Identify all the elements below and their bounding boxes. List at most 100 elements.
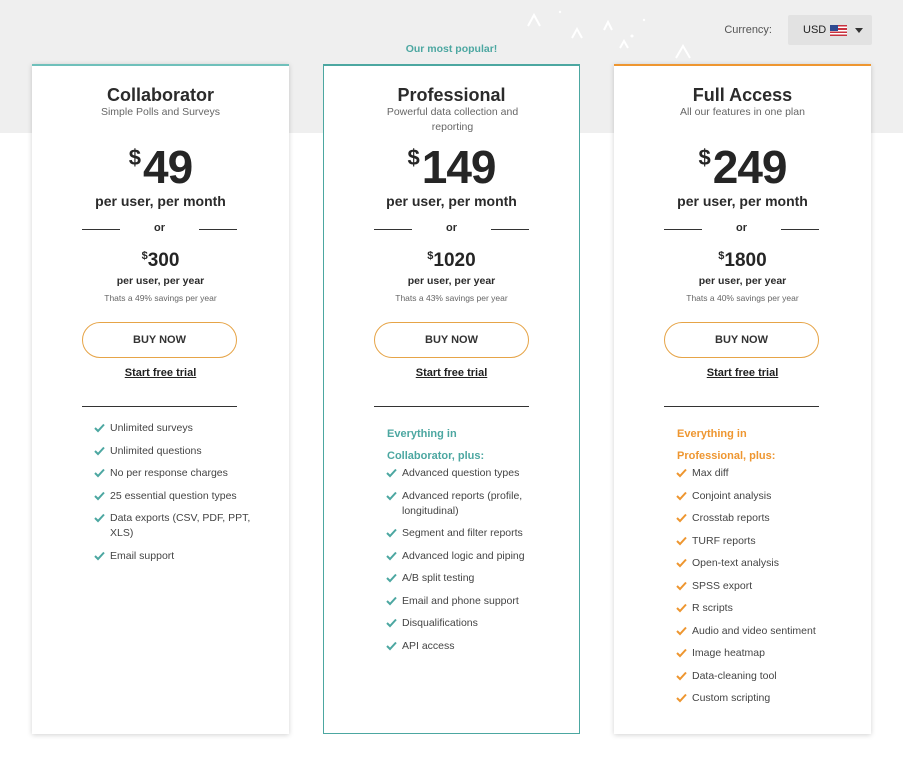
check-icon [676, 693, 687, 703]
check-icon [676, 671, 687, 680]
feature-intro: Everything in Professional, plus: [677, 428, 776, 462]
feature-item: A/B split testing [386, 571, 546, 586]
or-divider: or [374, 222, 529, 236]
check-icon [386, 618, 397, 628]
yearly-price-amount: 300 [147, 250, 180, 271]
feature-text: R scripts [692, 602, 733, 614]
monthly-price-amount: 249 [712, 141, 788, 193]
feature-item: SPSS export [676, 579, 836, 594]
start-free-trial-link[interactable]: Start free trial [32, 367, 289, 379]
currency-dropdown[interactable]: USD [788, 15, 872, 45]
start-free-trial-link[interactable]: Start free trial [614, 367, 871, 379]
plan-card-collaborator: Collaborator Simple Polls and Surveys $4… [32, 64, 289, 734]
feature-item: Advanced logic and piping [386, 549, 546, 564]
feature-text: Unlimited surveys [110, 422, 193, 434]
check-icon [94, 551, 105, 560]
feature-text: Audio and video sentiment [692, 624, 816, 637]
check-icon [386, 641, 397, 650]
monthly-unit: per user, per month [677, 193, 808, 209]
yearly-price: $300 [32, 250, 289, 272]
buy-now-button[interactable]: BUY NOW [374, 322, 529, 358]
feature-item: Data-cleaning tool [676, 669, 836, 684]
feature-item: Max diff [676, 466, 836, 481]
plan-tagline: Simple Polls and Surveys [100, 106, 221, 118]
plan-name: Collaborator [106, 85, 214, 105]
feature-divider [664, 406, 819, 407]
start-free-trial-link[interactable]: Start free trial [324, 367, 579, 379]
yearly-unit: per user, per year [698, 275, 787, 287]
or-divider: or [664, 222, 819, 236]
feature-text: 25 essential question types [110, 489, 237, 502]
yearly-unit: per user, per year [116, 275, 205, 287]
feature-item: Image heatmap [676, 646, 836, 661]
feature-text: Image heatmap [692, 647, 765, 659]
feature-item: No per response charges [94, 466, 254, 481]
feature-item: Custom scripting [676, 691, 836, 706]
feature-item: TURF reports [676, 534, 836, 549]
monthly-unit: per user, per month [386, 193, 517, 209]
buy-now-button[interactable]: BUY NOW [664, 322, 819, 358]
yearly-price-amount: 1800 [724, 250, 767, 271]
feature-item: Unlimited questions [94, 444, 254, 459]
currency-selector: Currency: USD [724, 15, 872, 45]
check-icon [386, 491, 397, 500]
or-text: or [154, 222, 165, 234]
feature-text: Max diff [692, 467, 729, 479]
feature-text: API access [402, 639, 455, 652]
feature-item: Advanced reports (profile, longitudinal) [386, 489, 546, 519]
currency-value: USD [803, 24, 827, 36]
check-icon [94, 423, 105, 433]
feature-item: Disqualifications [386, 616, 546, 631]
feature-item: Advanced question types [386, 466, 546, 481]
plan-card-full-access: Full Access All our features in one plan… [614, 64, 871, 734]
feature-text: TURF reports [692, 534, 756, 547]
monthly-price-amount: 149 [421, 141, 497, 193]
feature-item: API access [386, 639, 546, 654]
feature-text: Disqualifications [402, 617, 478, 629]
check-icon [386, 573, 397, 583]
monthly-price: $149 [324, 144, 579, 190]
feature-intro: Everything in Collaborator, plus: [387, 428, 485, 462]
feature-item: Segment and filter reports [386, 526, 546, 541]
check-icon [676, 626, 687, 635]
divider-line [491, 229, 529, 230]
savings-note: Thats a 43% savings per year [395, 293, 508, 303]
check-icon [676, 536, 687, 545]
check-icon [676, 491, 687, 500]
feature-item: Data exports (CSV, PDF, PPT, XLS) [94, 511, 254, 541]
currency-symbol: $ [128, 145, 142, 170]
check-icon [386, 528, 397, 538]
yearly-unit: per user, per year [407, 275, 496, 287]
currency-label: Currency: [724, 24, 772, 36]
check-icon [94, 491, 105, 500]
buy-now-button[interactable]: BUY NOW [82, 322, 237, 358]
check-icon [386, 468, 397, 478]
plan-tagline: All our features in one plan [680, 106, 805, 118]
or-divider: or [82, 222, 237, 236]
decorative-triangles-icon [527, 10, 691, 59]
monthly-price: $49 [32, 144, 289, 190]
check-icon [676, 468, 687, 478]
divider-line [781, 229, 819, 230]
check-icon [94, 446, 105, 455]
plan-name: Full Access [692, 85, 793, 105]
feature-item: Email support [94, 549, 254, 564]
yearly-price: $1800 [614, 250, 871, 272]
chevron-down-icon [855, 27, 864, 33]
feature-item: 25 essential question types [94, 489, 254, 504]
feature-text: SPSS export [692, 579, 753, 592]
divider-line [199, 229, 237, 230]
check-icon [676, 581, 687, 590]
monthly-price-amount: 49 [143, 141, 193, 193]
feature-text: Data exports (CSV, PDF, PPT, XLS) [110, 512, 251, 539]
feature-text: Advanced question types [402, 467, 520, 479]
feature-text: Email and phone support [402, 594, 519, 607]
feature-text: Conjoint analysis [692, 489, 772, 502]
feature-item: Conjoint analysis [676, 489, 836, 504]
currency-symbol: $ [698, 145, 711, 170]
monthly-price: $249 [614, 144, 871, 190]
feature-item: R scripts [676, 601, 836, 616]
yearly-price: $1020 [324, 250, 579, 272]
feature-item: Crosstab reports [676, 511, 836, 526]
feature-list: Max diff Conjoint analysis Crosstab repo… [676, 466, 836, 714]
